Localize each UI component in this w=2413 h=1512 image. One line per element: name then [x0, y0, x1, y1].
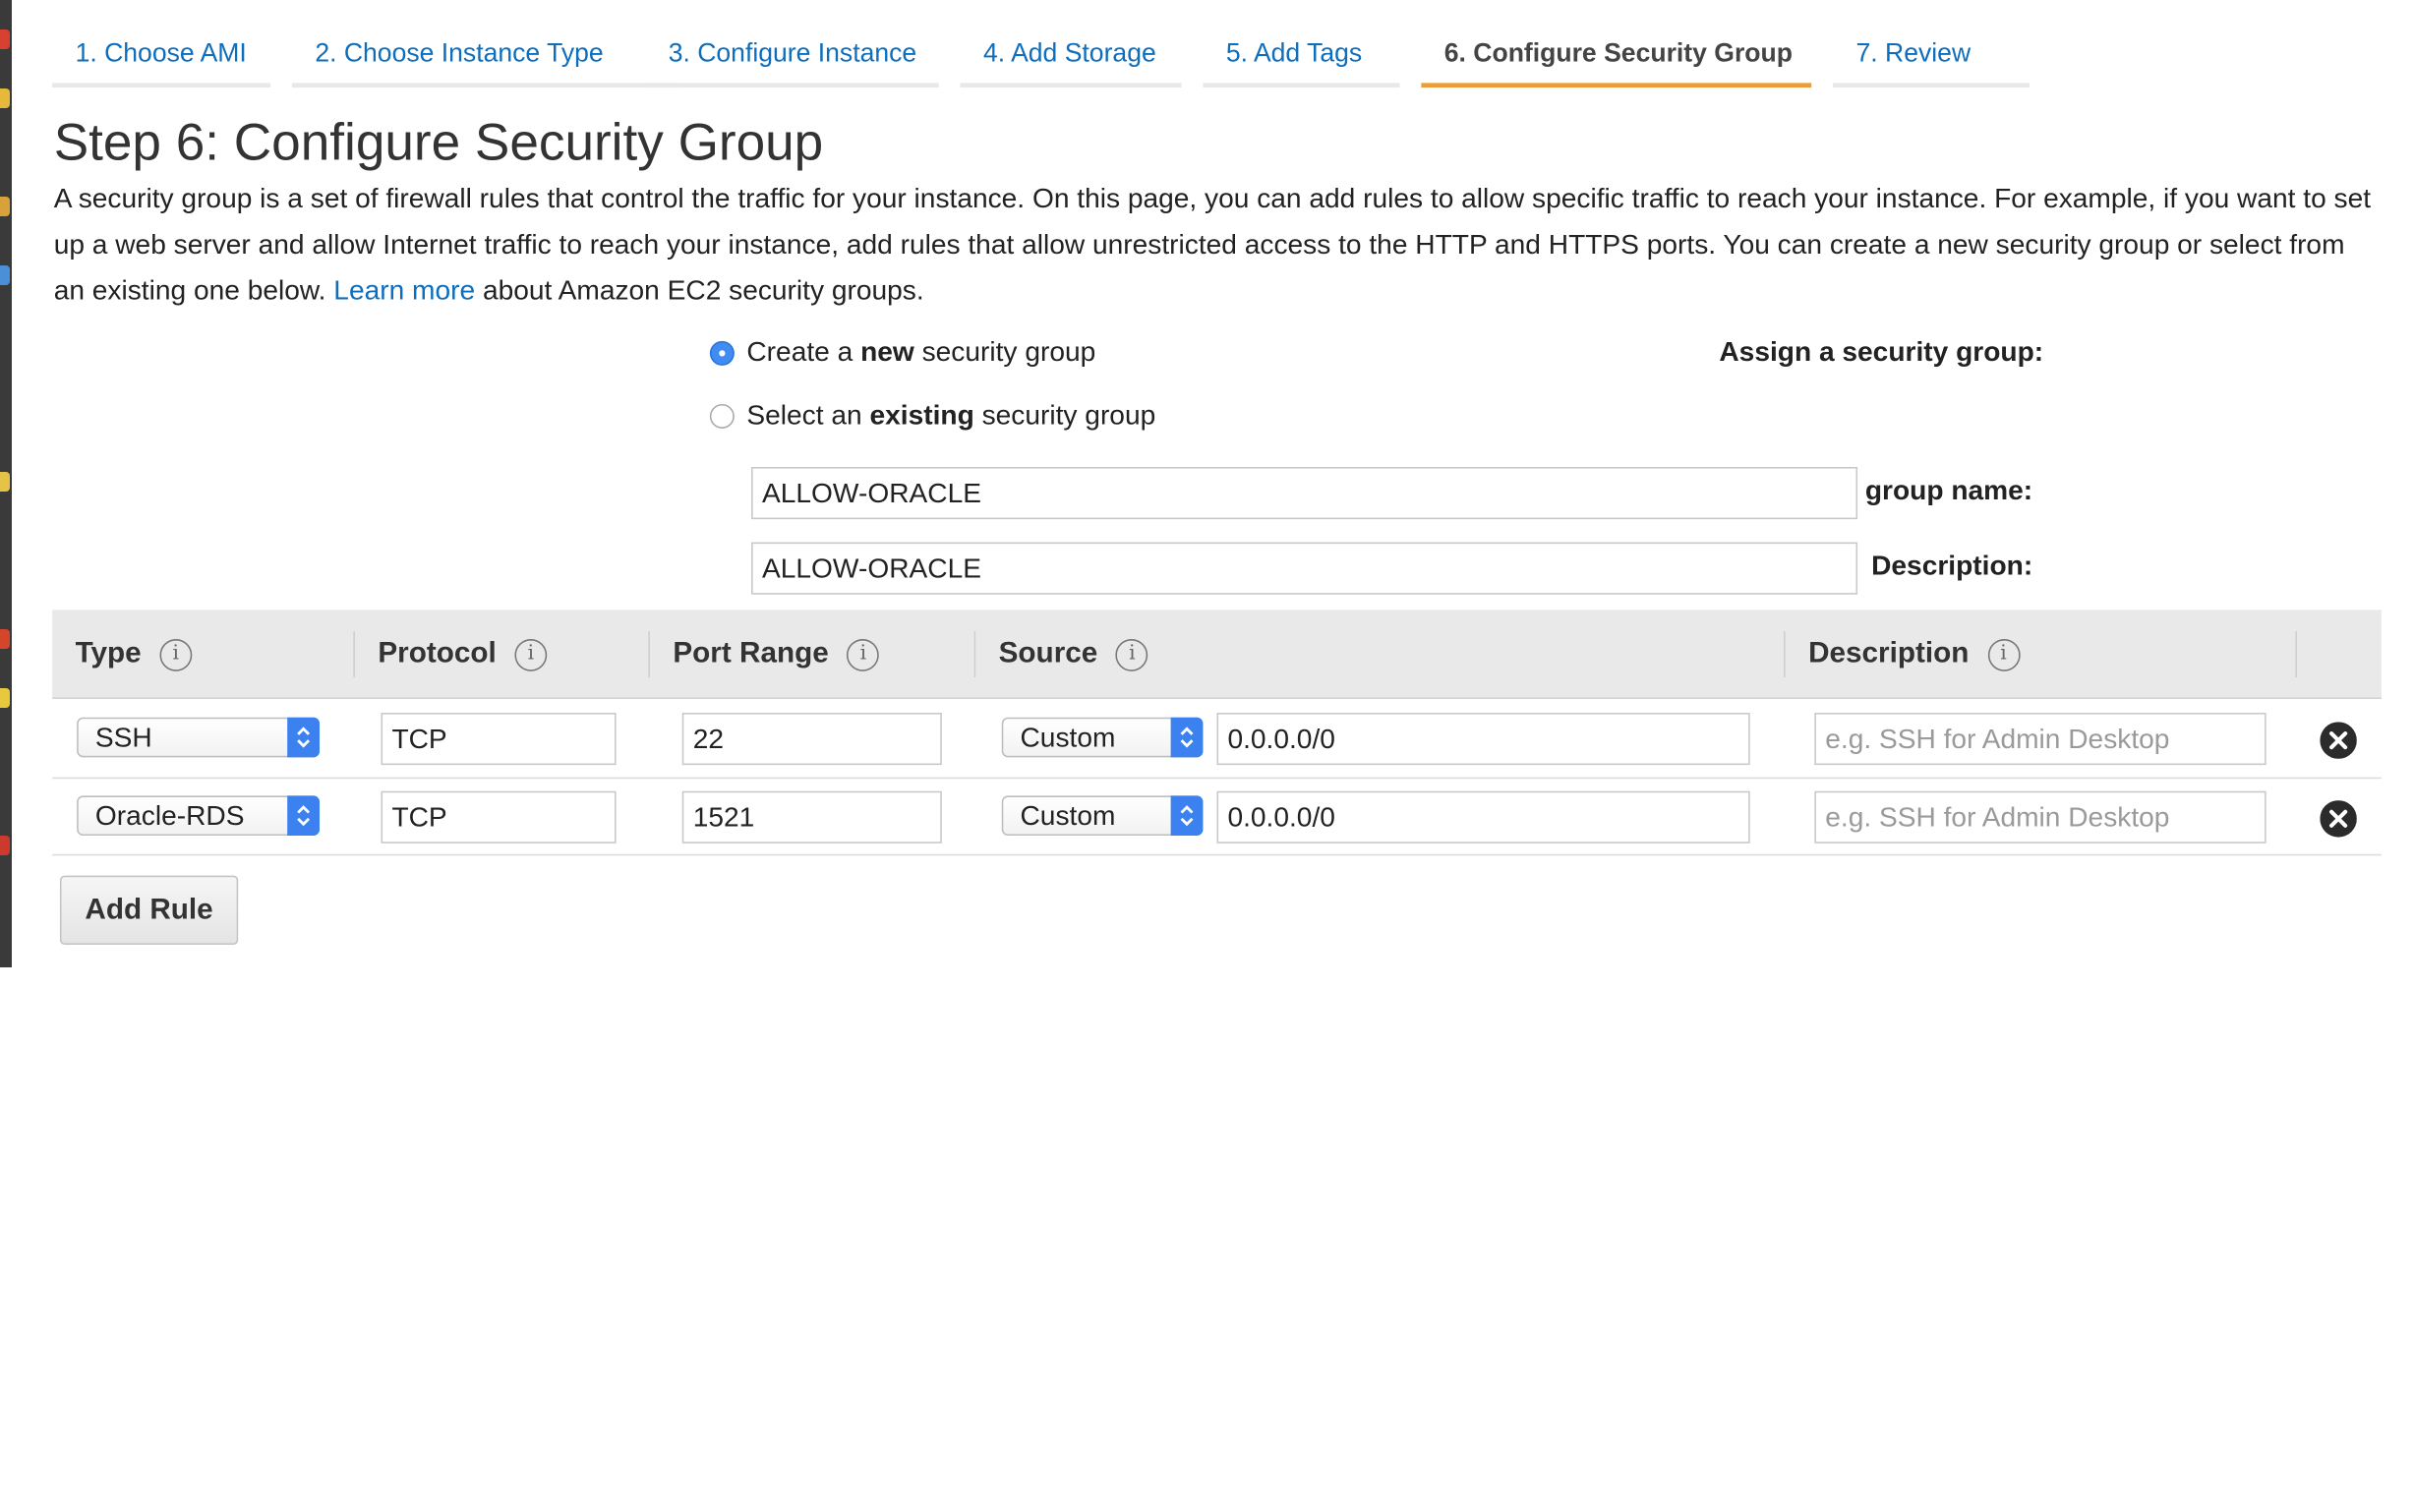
add-rule-button[interactable]: Add Rule [59, 875, 239, 945]
info-icon[interactable]: i [1116, 638, 1148, 671]
tab-choose-ami[interactable]: 1. Choose AMI [52, 22, 270, 88]
info-icon[interactable]: i [847, 638, 880, 671]
radio-selected-icon[interactable] [709, 340, 735, 366]
tab-label: 3. Configure Instance [668, 38, 917, 68]
port-range-field[interactable]: 22 [681, 713, 942, 766]
assign-group-label: Assign a security group: [1719, 336, 2044, 368]
info-icon[interactable]: i [514, 638, 548, 671]
column-divider [2295, 631, 2297, 678]
info-icon[interactable]: i [1987, 638, 2020, 671]
group-description-label: Description: [1871, 550, 2033, 581]
select-value: Custom [1020, 722, 1116, 753]
radio-unselected-icon[interactable] [709, 403, 735, 429]
header-protocol: Protocol i [378, 610, 548, 699]
header-protocol-label: Protocol [378, 637, 497, 670]
source-select[interactable]: Custom [1001, 795, 1204, 836]
rule-type-select[interactable]: Oracle-RDS [77, 795, 320, 836]
delete-rule-icon[interactable] [2320, 722, 2357, 759]
header-port-range: Port Range i [673, 610, 880, 699]
tab-label: 1. Choose AMI [75, 38, 247, 68]
tab-label: 2. Choose Instance Type [315, 38, 604, 68]
header-type-label: Type [75, 637, 142, 670]
security-group-wizard: 1. Choose AMI 2. Choose Instance Type 3.… [0, 0, 2413, 1512]
rule-description-input[interactable]: e.g. SSH for Admin Desktop [1814, 713, 2266, 766]
header-source-label: Source [998, 637, 1098, 670]
header-port-label: Port Range [673, 637, 829, 670]
select-arrows-icon[interactable] [1170, 795, 1204, 836]
tab-configure-instance[interactable]: 3. Configure Instance [645, 22, 939, 88]
rule-description-input[interactable]: e.g. SSH for Admin Desktop [1814, 790, 2266, 843]
intro-text: A security group is a set of firewall ru… [54, 175, 2374, 314]
header-type: Type i [76, 610, 193, 699]
tab-label: 6. Configure Security Group [1443, 38, 1793, 68]
radio-label-bold: existing [869, 399, 974, 431]
page-title: Step 6: Configure Security Group [53, 113, 824, 172]
info-icon[interactable]: i [159, 638, 193, 671]
radio-label: Select an existing security group [746, 399, 1155, 432]
radio-label-bold: new [860, 336, 914, 368]
delete-rule-icon[interactable] [2320, 800, 2357, 838]
tab-label: 7. Review [1855, 38, 1972, 68]
column-divider [973, 631, 976, 678]
rules-table-header: Type i Protocol i Port Range i Source i Desc… [52, 610, 2382, 699]
protocol-field: TCP [381, 713, 617, 766]
header-description-label: Description [1808, 637, 1970, 670]
source-cidr-input[interactable]: 0.0.0.0/0 [1216, 713, 1750, 766]
source-cidr-input[interactable]: 0.0.0.0/0 [1216, 790, 1750, 843]
header-source: Source i [999, 610, 1148, 699]
tab-label: 5. Add Tags [1225, 38, 1363, 68]
source-select[interactable]: Custom [1001, 717, 1204, 758]
row-divider [52, 853, 2382, 856]
select-value: Oracle-RDS [94, 800, 245, 832]
tab-add-tags[interactable]: 5. Add Tags [1203, 22, 1400, 88]
radio-label-pre: Create a [746, 336, 861, 368]
radio-label-post: security group [973, 399, 1156, 431]
select-value: Custom [1020, 800, 1116, 832]
tab-configure-security-group[interactable]: 6. Configure Security Group [1421, 22, 1812, 88]
intro-tail: about Amazon EC2 security groups. [482, 274, 924, 306]
tab-label: 4. Add Storage [983, 38, 1156, 68]
group-name-input[interactable]: ALLOW-ORACLE [751, 467, 1858, 520]
tab-add-storage[interactable]: 4. Add Storage [960, 22, 1182, 88]
select-arrows-icon[interactable] [287, 795, 320, 836]
tab-choose-instance-type[interactable]: 2. Choose Instance Type [291, 22, 678, 88]
port-range-field[interactable]: 1521 [681, 790, 942, 843]
rule-type-select[interactable]: SSH [77, 717, 320, 758]
learn-more-link[interactable]: Learn more [333, 275, 475, 306]
row-divider [52, 777, 2382, 780]
radio-create-new-group[interactable]: Create a new security group [709, 336, 1095, 369]
tab-review[interactable]: 7. Review [1833, 22, 2030, 88]
column-divider [1784, 631, 1786, 678]
protocol-field: TCP [381, 790, 617, 843]
header-description: Description i [1808, 610, 2020, 699]
select-arrows-icon[interactable] [1170, 717, 1204, 758]
select-arrows-icon[interactable] [287, 717, 320, 758]
radio-label-pre: Select an [746, 399, 870, 431]
column-divider [648, 631, 650, 678]
select-value: SSH [94, 722, 152, 753]
radio-label: Create a new security group [746, 336, 1095, 369]
group-description-input[interactable]: ALLOW-ORACLE [751, 542, 1858, 595]
radio-label-post: security group [913, 336, 1096, 368]
radio-select-existing-group[interactable]: Select an existing security group [709, 399, 1155, 432]
column-divider [353, 631, 355, 678]
